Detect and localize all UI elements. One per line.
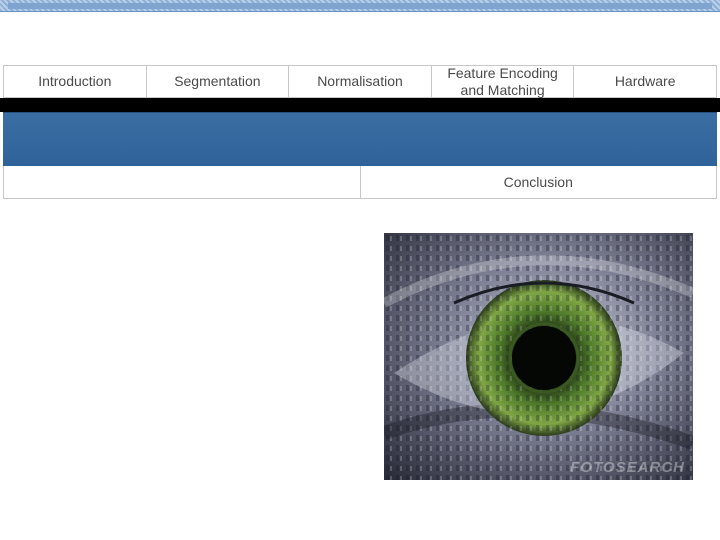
- sub-nav: Conclusion: [3, 166, 717, 199]
- tab-feature-encoding[interactable]: Feature Encoding and Matching: [432, 65, 575, 98]
- title-band: [3, 112, 717, 166]
- main-nav: Introduction Segmentation Normalisation …: [3, 65, 717, 98]
- tab-normalisation[interactable]: Normalisation: [289, 66, 432, 97]
- image-watermark: FOTOSEARCH: [570, 459, 685, 476]
- divider-bar: [0, 98, 720, 112]
- tab-hardware[interactable]: Hardware: [574, 66, 716, 97]
- tab-conclusion[interactable]: Conclusion: [361, 166, 717, 198]
- tab-segmentation[interactable]: Segmentation: [147, 66, 290, 97]
- top-decorative-strip: [0, 0, 720, 12]
- top-strip-inner: [8, 3, 712, 9]
- tab-introduction[interactable]: Introduction: [4, 66, 147, 97]
- sub-nav-blank-cell[interactable]: [4, 166, 361, 198]
- eye-illustration: [384, 233, 693, 480]
- iris-photo: FOTOSEARCH: [384, 233, 693, 480]
